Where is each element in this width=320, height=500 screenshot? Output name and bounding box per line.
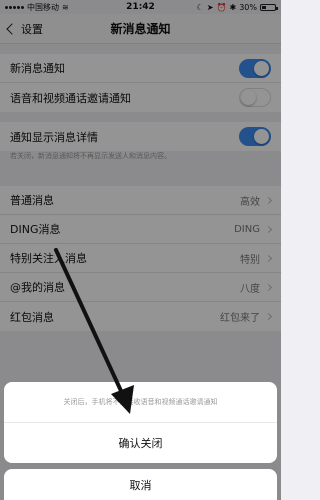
cancel-button[interactable]: 取消: [4, 469, 277, 500]
action-sheet: 关闭后，手机将不再接收语音和视频通话邀请通知 确认关闭: [4, 382, 277, 463]
action-sheet-message: 关闭后，手机将不再接收语音和视频通话邀请通知: [4, 382, 277, 423]
confirm-close-button[interactable]: 确认关闭: [4, 423, 277, 463]
